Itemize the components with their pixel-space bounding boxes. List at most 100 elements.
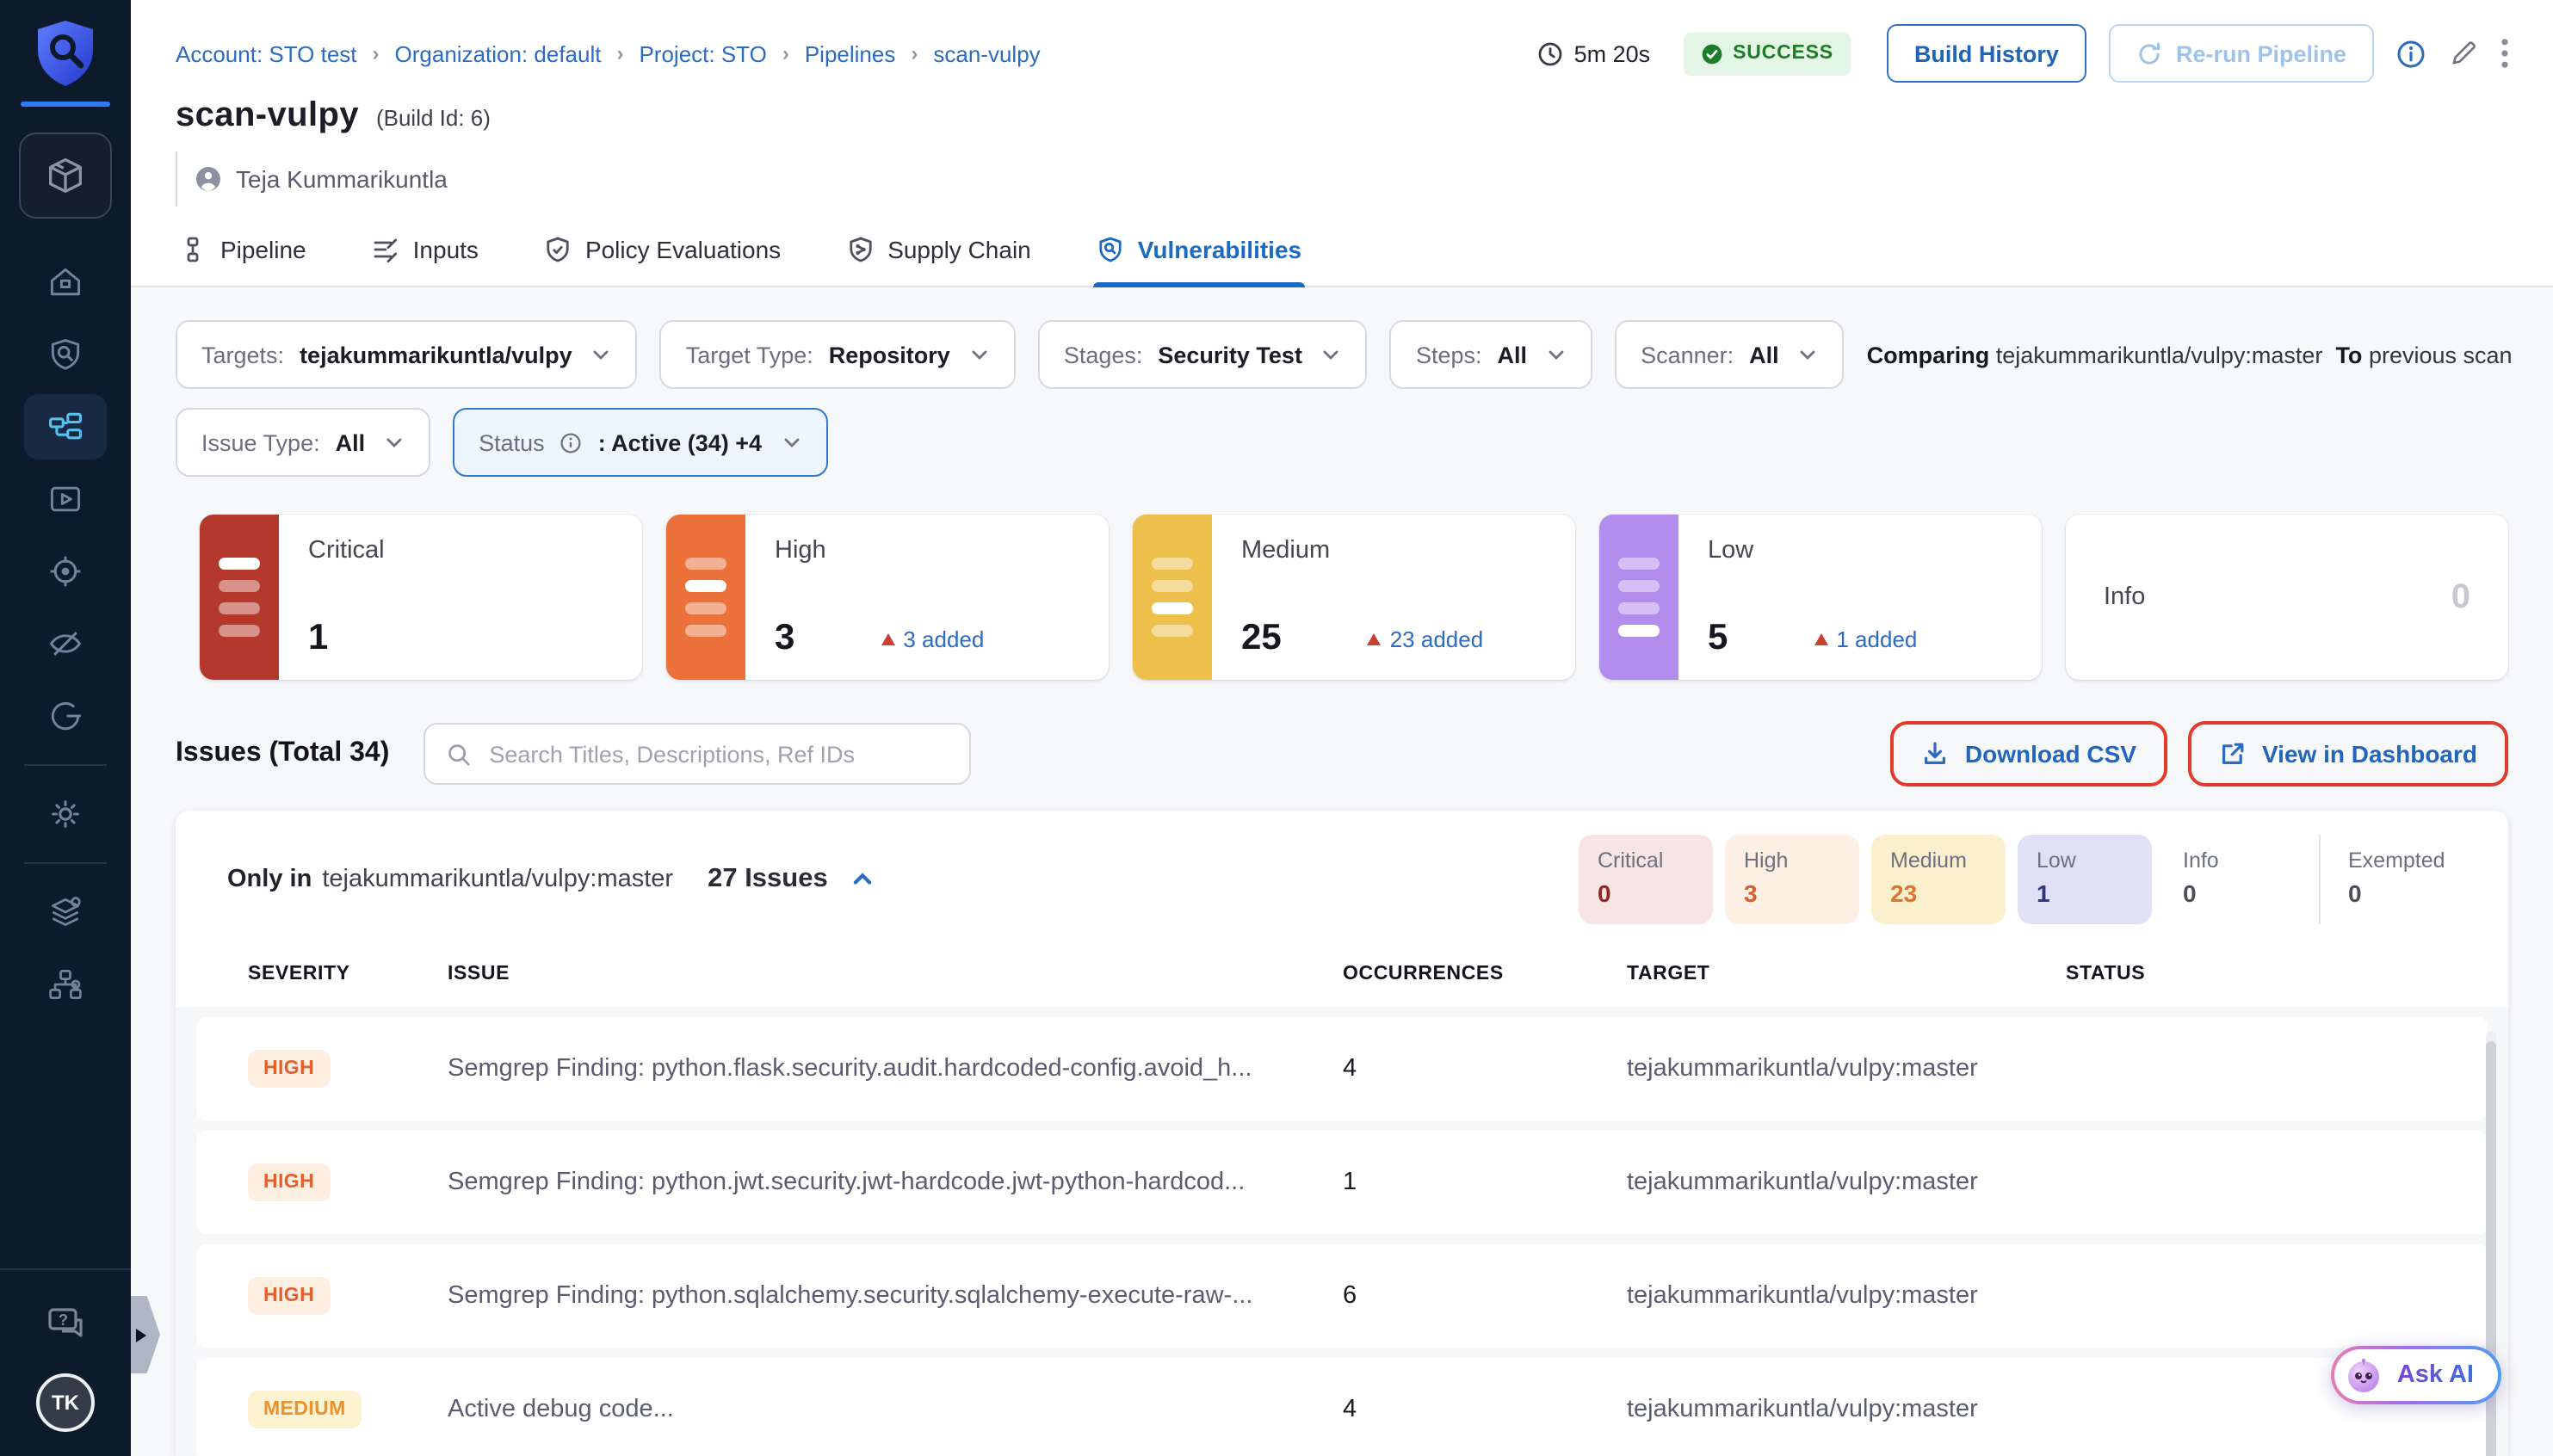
stages-filter[interactable]: Stages: Security Test [1038, 320, 1368, 389]
help-chat-icon[interactable]: ? [24, 1291, 107, 1356]
sidebar-item-executions[interactable] [24, 466, 107, 532]
breadcrumb-account[interactable]: Account: STO test [176, 40, 357, 66]
severity-card-low[interactable]: Low 5 1 added [1599, 515, 2042, 680]
tab-inputs[interactable]: Inputs [368, 217, 482, 286]
severity-card-critical[interactable]: Critical 1 [200, 515, 642, 680]
added-link[interactable]: 3 added [881, 626, 984, 651]
sidebar-item-exemptions[interactable] [24, 611, 107, 676]
breadcrumb-separator: › [782, 41, 789, 65]
sidebar-item-home[interactable] [24, 250, 107, 315]
breadcrumb-current[interactable]: scan-vulpy [933, 40, 1040, 66]
issue-title: Semgrep Finding: python.sqlalchemy.secur… [448, 1282, 1343, 1310]
tab-pipeline[interactable]: Pipeline [176, 217, 310, 286]
download-csv-button[interactable]: Download CSV [1901, 730, 2157, 778]
sidebar-bottom: ? TK [0, 1268, 131, 1456]
tab-supply-chain[interactable]: Supply Chain [843, 217, 1035, 286]
main-area: Account: STO test › Organization: defaul… [131, 0, 2553, 1456]
table-row[interactable]: HIGH Semgrep Finding: python.jwt.securit… [196, 1131, 2488, 1234]
severity-card-info[interactable]: Info 0 [2066, 515, 2508, 680]
breadcrumb-org[interactable]: Organization: default [395, 40, 602, 66]
layers-gear-icon [46, 893, 84, 931]
breadcrumb-project[interactable]: Project: STO [639, 40, 766, 66]
triangle-up-icon [1368, 632, 1382, 645]
chevron-down-icon [969, 344, 990, 365]
user-avatar[interactable]: TK [36, 1373, 95, 1432]
target-icon [46, 552, 84, 590]
chevron-down-icon [1546, 344, 1567, 365]
annotation-box: View in Dashboard [2188, 721, 2508, 787]
table-row[interactable]: HIGH Semgrep Finding: python.sqlalchemy.… [196, 1244, 2488, 1348]
title-row: scan-vulpy (Build Id: 6) [131, 83, 2553, 136]
ask-ai-button[interactable]: Ask AI [2332, 1346, 2501, 1404]
chip-info[interactable]: Info0 [2164, 835, 2298, 924]
rerun-pipeline-button[interactable]: Re-run Pipeline [2109, 24, 2374, 83]
severity-chips: Critical0 High3 Medium23 Low1 Info0 Exem… [1567, 835, 2474, 924]
triangle-up-icon [1814, 632, 1827, 645]
chevron-down-icon [1321, 344, 1342, 365]
scanner-filter[interactable]: Scanner: All [1615, 320, 1845, 389]
table-row[interactable]: HIGH Semgrep Finding: python.flask.secur… [196, 1017, 2488, 1120]
chevron-down-icon [384, 432, 405, 453]
search-input[interactable] [485, 739, 949, 768]
severity-gauge-icon [1599, 515, 1678, 680]
module-selector-button[interactable] [19, 133, 112, 219]
tab-policy-evaluations[interactable]: Policy Evaluations [541, 217, 784, 286]
kebab-menu-icon[interactable] [2501, 38, 2508, 69]
target-type-filter[interactable]: Target Type: Repository [660, 320, 1016, 389]
targets-filter[interactable]: Targets: tejakummarikuntla/vulpy [176, 320, 638, 389]
chip-exempted[interactable]: Exempted0 [2319, 835, 2474, 924]
issue-type-filter[interactable]: Issue Type: All [176, 408, 430, 477]
check-circle-icon [1700, 42, 1722, 65]
collapse-chevron-up-icon[interactable] [850, 867, 875, 891]
view-in-dashboard-button[interactable]: View in Dashboard [2198, 730, 2498, 778]
steps-filter[interactable]: Steps: All [1390, 320, 1592, 389]
chip-high[interactable]: High3 [1725, 835, 1859, 924]
edit-pencil-icon[interactable] [2448, 38, 2479, 69]
sidebar-item-default-settings[interactable] [24, 879, 107, 945]
added-link[interactable]: 1 added [1814, 626, 1917, 651]
sidebar-divider [24, 764, 107, 766]
group-header: Only in tejakummarikuntla/vulpy:master 2… [176, 811, 2508, 931]
severity-gauge-icon [200, 515, 279, 680]
annotation-box: Download CSV [1891, 721, 2167, 787]
shield-check-icon [544, 236, 572, 263]
table-row-partial[interactable]: MEDIUM Active debug code... 4 tejakummar… [196, 1358, 2488, 1456]
issue-title: Active debug code... [448, 1396, 1343, 1423]
added-link[interactable]: 23 added [1368, 626, 1483, 651]
sidebar-item-settings[interactable] [24, 781, 107, 847]
info-icon [560, 431, 583, 453]
info-icon[interactable] [2396, 39, 2426, 68]
severity-badge: MEDIUM [248, 1391, 362, 1428]
sidebar-item-pipelines[interactable] [24, 394, 107, 460]
get-started-icon [46, 697, 84, 735]
status-filter[interactable]: Status : Active (34) +4 [453, 408, 827, 477]
clock-icon [1538, 40, 1564, 66]
divider [176, 151, 177, 207]
sidebar-item-get-started[interactable] [24, 683, 107, 749]
sto-shield-logo-icon[interactable] [34, 19, 96, 88]
breadcrumb: Account: STO test › Organization: defaul… [176, 40, 1041, 66]
severity-gauge-icon [1133, 515, 1212, 680]
severity-card-high[interactable]: High 3 3 added [666, 515, 1109, 680]
comparing-text: Comparing tejakummarikuntla/vulpy:master… [1867, 342, 2513, 367]
tab-vulnerabilities[interactable]: Vulnerabilities [1093, 217, 1305, 286]
breadcrumb-pipelines[interactable]: Pipelines [805, 40, 896, 66]
severity-cards: Critical 1 High 3 3 added [200, 515, 2508, 680]
sidebar-item-targets[interactable] [24, 539, 107, 604]
sidebar-nav [24, 250, 107, 1017]
gear-icon [46, 795, 84, 833]
target: tejakummarikuntla/vulpy:master [1627, 1396, 2066, 1423]
breadcrumb-separator: › [373, 41, 380, 65]
filter-row-1: Targets: tejakummarikuntla/vulpy Target … [176, 320, 2508, 389]
sidebar-item-org-settings[interactable] [24, 952, 107, 1017]
severity-card-medium[interactable]: Medium 25 23 added [1133, 515, 1575, 680]
build-history-button[interactable]: Build History [1887, 24, 2086, 83]
shield-scan-icon [46, 336, 84, 373]
chip-medium[interactable]: Medium23 [1871, 835, 2006, 924]
executions-icon [46, 480, 84, 518]
chip-low[interactable]: Low1 [2018, 835, 2152, 924]
sidebar-item-scans[interactable] [24, 322, 107, 387]
chip-critical[interactable]: Critical0 [1579, 835, 1713, 924]
occurrences: 4 [1343, 1055, 1627, 1083]
chevron-down-icon [1798, 344, 1819, 365]
